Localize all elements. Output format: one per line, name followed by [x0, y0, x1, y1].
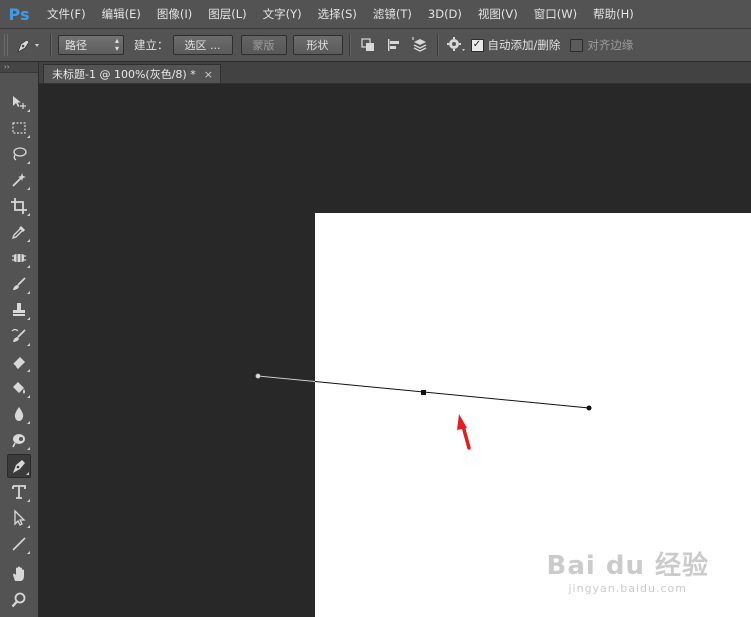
path-selection-button[interactable] [7, 506, 31, 530]
path-operations-icon [360, 38, 374, 51]
document-tab-title: 未标题-1 @ 100%(灰色/8) * [52, 68, 196, 81]
move-tool-button[interactable] [7, 90, 31, 114]
menu-window[interactable]: 窗口(W) [526, 0, 585, 28]
auto-add-delete-label: 自动添加/删除 [487, 38, 561, 52]
zoom-tool-button[interactable] [7, 588, 31, 612]
menu-type[interactable]: 文字(Y) [255, 0, 310, 28]
menu-select[interactable]: 选择(S) [310, 0, 365, 28]
menu-file[interactable]: 文件(F) [39, 0, 94, 28]
dodge-tool-icon [12, 434, 25, 448]
red-arrow-icon [457, 414, 471, 450]
path-operations-button[interactable] [357, 34, 379, 56]
tools-panel-header[interactable]: ›› [0, 62, 38, 73]
close-icon[interactable]: × [204, 68, 213, 81]
move-tool-icon [13, 96, 26, 109]
paint-bucket-button[interactable] [7, 376, 31, 400]
mode-select-value: 路径 [65, 39, 87, 52]
settings-button[interactable] [445, 34, 467, 56]
path-arrangement-icon [411, 37, 426, 52]
healing-brush-button[interactable] [7, 246, 31, 270]
eraser-tool-button[interactable] [7, 350, 31, 374]
zoom-tool-icon [11, 592, 26, 608]
menu-3d[interactable]: 3D(D) [420, 0, 470, 28]
menu-view[interactable]: 视图(V) [470, 0, 526, 28]
blur-tool-icon [14, 407, 24, 421]
history-brush-button[interactable] [7, 324, 31, 348]
make-mask-button[interactable]: 蒙版 [240, 35, 287, 55]
blur-tool-button[interactable] [7, 402, 31, 426]
tool-preset-picker[interactable] [10, 34, 44, 56]
dodge-tool-button[interactable] [7, 428, 31, 452]
paint-bucket-icon [13, 382, 25, 394]
brush-tool-icon [13, 277, 26, 290]
menu-layer[interactable]: 图层(L) [200, 0, 254, 28]
make-shape-button[interactable]: 形状 [292, 35, 343, 55]
path-arrangement-button[interactable] [409, 34, 431, 56]
path-alignment-icon [387, 39, 399, 51]
magic-wand-button[interactable] [7, 168, 31, 192]
eraser-tool-icon [12, 357, 25, 369]
chevron-down-icon [35, 44, 39, 47]
type-tool-button[interactable] [7, 480, 31, 504]
canvas-workspace[interactable]: Bai du 经验 jingyan.baidu.com [39, 84, 751, 617]
lasso-tool-icon [13, 147, 27, 161]
path-anchor-start[interactable] [255, 373, 261, 379]
photoshop-logo-icon: Ps [8, 4, 30, 24]
line-tool-button[interactable] [7, 532, 31, 556]
tools-panel: ›› [0, 62, 39, 617]
path-anchor-mid[interactable] [421, 390, 426, 395]
eyedropper-icon [11, 226, 25, 240]
path-selection-icon [14, 509, 26, 526]
hand-tool-icon [13, 566, 24, 581]
crop-tool-icon [11, 198, 27, 214]
baidu-watermark: Bai du 经验 jingyan.baidu.com [547, 545, 710, 595]
auto-add-delete-checkbox[interactable]: ✓ [470, 38, 484, 52]
history-brush-icon [11, 328, 26, 342]
menu-filter[interactable]: 滤镜(T) [365, 0, 420, 28]
marquee-tool-button[interactable] [7, 116, 31, 140]
menu-help[interactable]: 帮助(H) [585, 0, 642, 28]
marquee-tool-icon [12, 122, 26, 134]
menu-edit[interactable]: 编辑(E) [94, 0, 149, 28]
hand-tool-button[interactable] [7, 562, 31, 586]
mode-select[interactable]: 路径 ▴ ▾ [58, 35, 124, 55]
lasso-tool-button[interactable] [7, 142, 31, 166]
pen-icon [17, 39, 39, 53]
brush-tool-button[interactable] [7, 272, 31, 296]
make-selection-button[interactable]: 选区 ... [172, 35, 233, 55]
stamp-tool-icon [13, 303, 25, 316]
path-anchor-end[interactable] [586, 405, 592, 411]
align-edges-label: 对齐边缘 [587, 38, 634, 52]
eyedropper-button[interactable] [7, 220, 31, 244]
watermark-sub: jingyan.baidu.com [568, 582, 687, 595]
create-label: 建立： [134, 38, 169, 52]
menu-bar: Ps 文件(F) 编辑(E) 图像(I) 图层(L) 文字(Y) 选择(S) 滤… [0, 0, 751, 29]
document-tab-bar: 未标题-1 @ 100%(灰色/8) * × [39, 62, 751, 84]
magic-wand-icon [12, 173, 26, 187]
document-tab[interactable]: 未标题-1 @ 100%(灰色/8) * × [43, 64, 221, 83]
select-arrows-icon: ▴ ▾ [114, 36, 119, 53]
menu-image[interactable]: 图像(I) [149, 0, 200, 28]
type-tool-icon [12, 485, 26, 499]
stamp-tool-button[interactable] [7, 298, 31, 322]
path-alignment-button[interactable] [383, 34, 405, 56]
align-edges-checkbox[interactable] [570, 38, 584, 52]
path-segment-on-dark [257, 375, 316, 382]
crop-tool-button[interactable] [7, 194, 31, 218]
path-overlay [255, 373, 592, 450]
options-bar: 路径 ▴ ▾ 建立： 选区 ... 蒙版 形状 ✓ 自动添加/删除 对齐边缘 [0, 29, 751, 62]
line-tool-icon [12, 537, 26, 551]
pen-tool-button[interactable] [7, 454, 31, 478]
healing-brush-icon [12, 254, 26, 262]
gear-icon [446, 37, 465, 51]
watermark-main: Bai du 经验 [546, 551, 709, 581]
